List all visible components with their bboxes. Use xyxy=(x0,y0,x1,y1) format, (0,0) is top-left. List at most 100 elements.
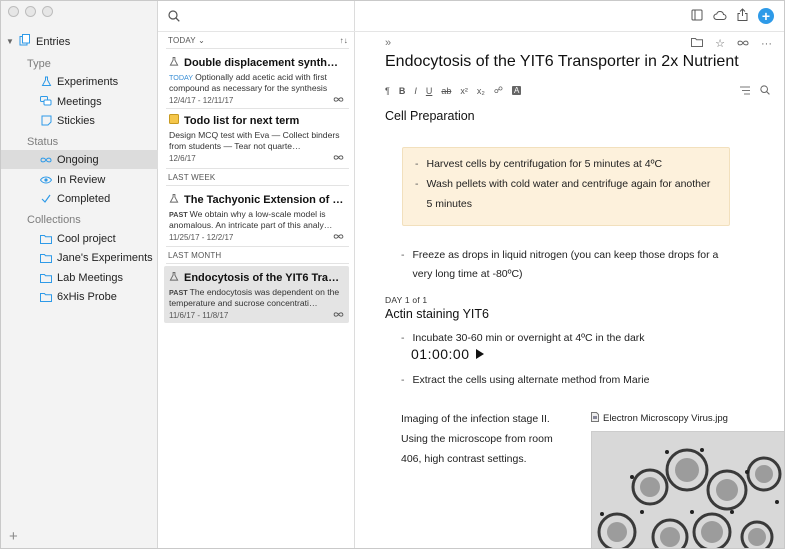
list-item[interactable]: Todo list for next term Design MCQ test … xyxy=(164,109,349,166)
sidebar-item-ongoing[interactable]: Ongoing xyxy=(1,150,158,169)
strikethrough-button[interactable]: ab xyxy=(441,86,451,96)
chat-bubbles-icon xyxy=(40,96,52,108)
list-item-selected[interactable]: Endocytosis of the YIT6 Trans… PAST The e… xyxy=(164,266,349,323)
window-controls xyxy=(8,6,53,17)
link-button[interactable]: ☍ xyxy=(494,85,503,96)
entry-tag: PAST xyxy=(169,288,188,297)
sticky-note-icon xyxy=(169,114,179,127)
timer[interactable]: 01:00:00 xyxy=(411,346,484,362)
list-item[interactable]: Double displacement synthesi… TODAY Optio… xyxy=(164,51,349,108)
zoom-window-button[interactable] xyxy=(42,6,53,17)
flask-icon xyxy=(169,271,179,285)
day-label: DAY 1 of 1 xyxy=(385,295,428,305)
star-icon[interactable]: ☆ xyxy=(715,37,725,50)
folder-icon xyxy=(40,272,52,284)
section-title-collections: Collections xyxy=(27,214,81,226)
search-icon[interactable] xyxy=(168,10,180,25)
sidebar-item-lab-meetings[interactable]: Lab Meetings xyxy=(1,268,158,287)
highlight-button[interactable]: A xyxy=(512,86,522,95)
sort-label: TODAY xyxy=(168,36,196,45)
group-header-last-week: LAST WEEK xyxy=(168,173,216,182)
format-toolbar: ¶ B I U ab x² x₂ ☍ A xyxy=(385,85,522,96)
chevron-down-icon: ⌄ xyxy=(198,36,206,45)
entry-list: TODAY ⌄ ↑↓ Double displacement synthesi…… xyxy=(158,1,355,548)
sidebar-item-6xhis-probe[interactable]: 6xHis Probe xyxy=(1,287,158,306)
disclosure-triangle-icon[interactable]: ▼ xyxy=(6,37,14,46)
sidebar-toggle-icon[interactable] xyxy=(691,9,703,24)
infinity-icon xyxy=(333,233,344,242)
divider xyxy=(166,263,349,264)
section-heading: Cell Preparation xyxy=(385,109,475,123)
app-window: ▼ Entries Type Experiments Meetings Stic… xyxy=(0,0,785,549)
divider xyxy=(166,185,349,186)
list-item: - Wash pellets with cold water and centri… xyxy=(415,178,711,210)
list-options-icon[interactable] xyxy=(740,86,750,97)
attachment-label[interactable]: Electron Microscopy Virus.jpg xyxy=(591,412,728,425)
flask-icon xyxy=(169,56,179,70)
folder-icon[interactable] xyxy=(691,37,704,50)
new-entry-button[interactable]: + xyxy=(758,8,774,24)
list-item[interactable]: The Tachyonic Extension of To… PAST We ob… xyxy=(164,188,349,245)
search-icon[interactable] xyxy=(760,85,770,97)
list-item: - Freeze as drops in liquid nitrogen (you… xyxy=(401,249,719,280)
add-collection-button[interactable]: + xyxy=(9,529,18,544)
underline-button[interactable]: U xyxy=(426,86,433,96)
list-toolbar xyxy=(158,1,355,32)
folder-icon xyxy=(40,233,52,245)
editor-toolbar: + xyxy=(355,1,784,32)
image-file-icon xyxy=(591,412,599,425)
microscopy-image[interactable] xyxy=(591,431,784,548)
close-window-button[interactable] xyxy=(8,6,19,17)
infinity-icon[interactable] xyxy=(737,38,749,50)
sidebar-item-meetings[interactable]: Meetings xyxy=(1,92,158,111)
note-icon xyxy=(40,115,52,127)
infinity-icon xyxy=(333,311,344,320)
document-title[interactable]: Endocytosis of the YIT6 Transporter in 2… xyxy=(385,53,739,71)
editor-pane: + » ☆ ··· Endocytosis of the YIT6 Transp… xyxy=(355,1,784,548)
flask-icon xyxy=(40,76,52,88)
more-icon[interactable]: ··· xyxy=(761,38,772,50)
folder-icon xyxy=(40,291,52,303)
sidebar: ▼ Entries Type Experiments Meetings Stic… xyxy=(1,1,158,548)
infinity-icon xyxy=(333,96,344,105)
imaging-text: Imaging of the infection stage II. Using… xyxy=(401,413,553,465)
sidebar-item-experiments[interactable]: Experiments xyxy=(1,72,158,91)
flask-icon xyxy=(169,193,179,207)
share-icon[interactable] xyxy=(737,8,748,24)
list-item: - Harvest cells by centrifugation for 5 m… xyxy=(415,158,663,170)
infinity-icon xyxy=(333,154,344,163)
divider xyxy=(166,168,349,169)
superscript-button[interactable]: x² xyxy=(460,86,468,96)
group-header-last-month: LAST MONTH xyxy=(168,251,222,260)
checkmark-icon xyxy=(40,193,52,205)
minimize-window-button[interactable] xyxy=(25,6,36,17)
sidebar-item-in-review[interactable]: In Review xyxy=(1,170,158,189)
infinity-icon xyxy=(40,154,52,166)
play-icon[interactable] xyxy=(475,349,484,359)
section-title-type: Type xyxy=(27,58,51,70)
divider xyxy=(166,48,349,49)
sidebar-item-janes-experiments[interactable]: Jane's Experiments xyxy=(1,248,158,267)
sidebar-item-cool-project[interactable]: Cool project xyxy=(1,229,158,248)
entry-tag: TODAY xyxy=(169,73,194,82)
cloud-sync-icon[interactable] xyxy=(713,9,727,24)
entries-icon xyxy=(19,34,31,49)
subscript-button[interactable]: x₂ xyxy=(477,86,485,96)
section-title-status: Status xyxy=(27,136,59,148)
sidebar-item-completed[interactable]: Completed xyxy=(1,189,158,208)
sidebar-root-label: Entries xyxy=(36,35,71,48)
entry-tag: PAST xyxy=(169,210,188,219)
bold-button[interactable]: B xyxy=(399,86,406,96)
divider xyxy=(166,246,349,247)
sidebar-root-entries[interactable]: ▼ Entries xyxy=(6,34,70,49)
sort-order-icon[interactable]: ↑↓ xyxy=(340,36,348,45)
expand-icon[interactable]: » xyxy=(385,37,391,49)
list-item: - Extract the cells using alternate metho… xyxy=(401,374,650,386)
section-heading: Actin staining YIT6 xyxy=(385,307,489,321)
callout-block: - Harvest cells by centrifugation for 5 m… xyxy=(402,147,730,226)
folder-icon xyxy=(40,252,52,264)
group-header-today[interactable]: TODAY ⌄ ↑↓ xyxy=(168,36,348,45)
italic-button[interactable]: I xyxy=(414,86,417,96)
sidebar-item-stickies[interactable]: Stickies xyxy=(1,111,158,130)
paragraph-style-button[interactable]: ¶ xyxy=(385,86,390,96)
